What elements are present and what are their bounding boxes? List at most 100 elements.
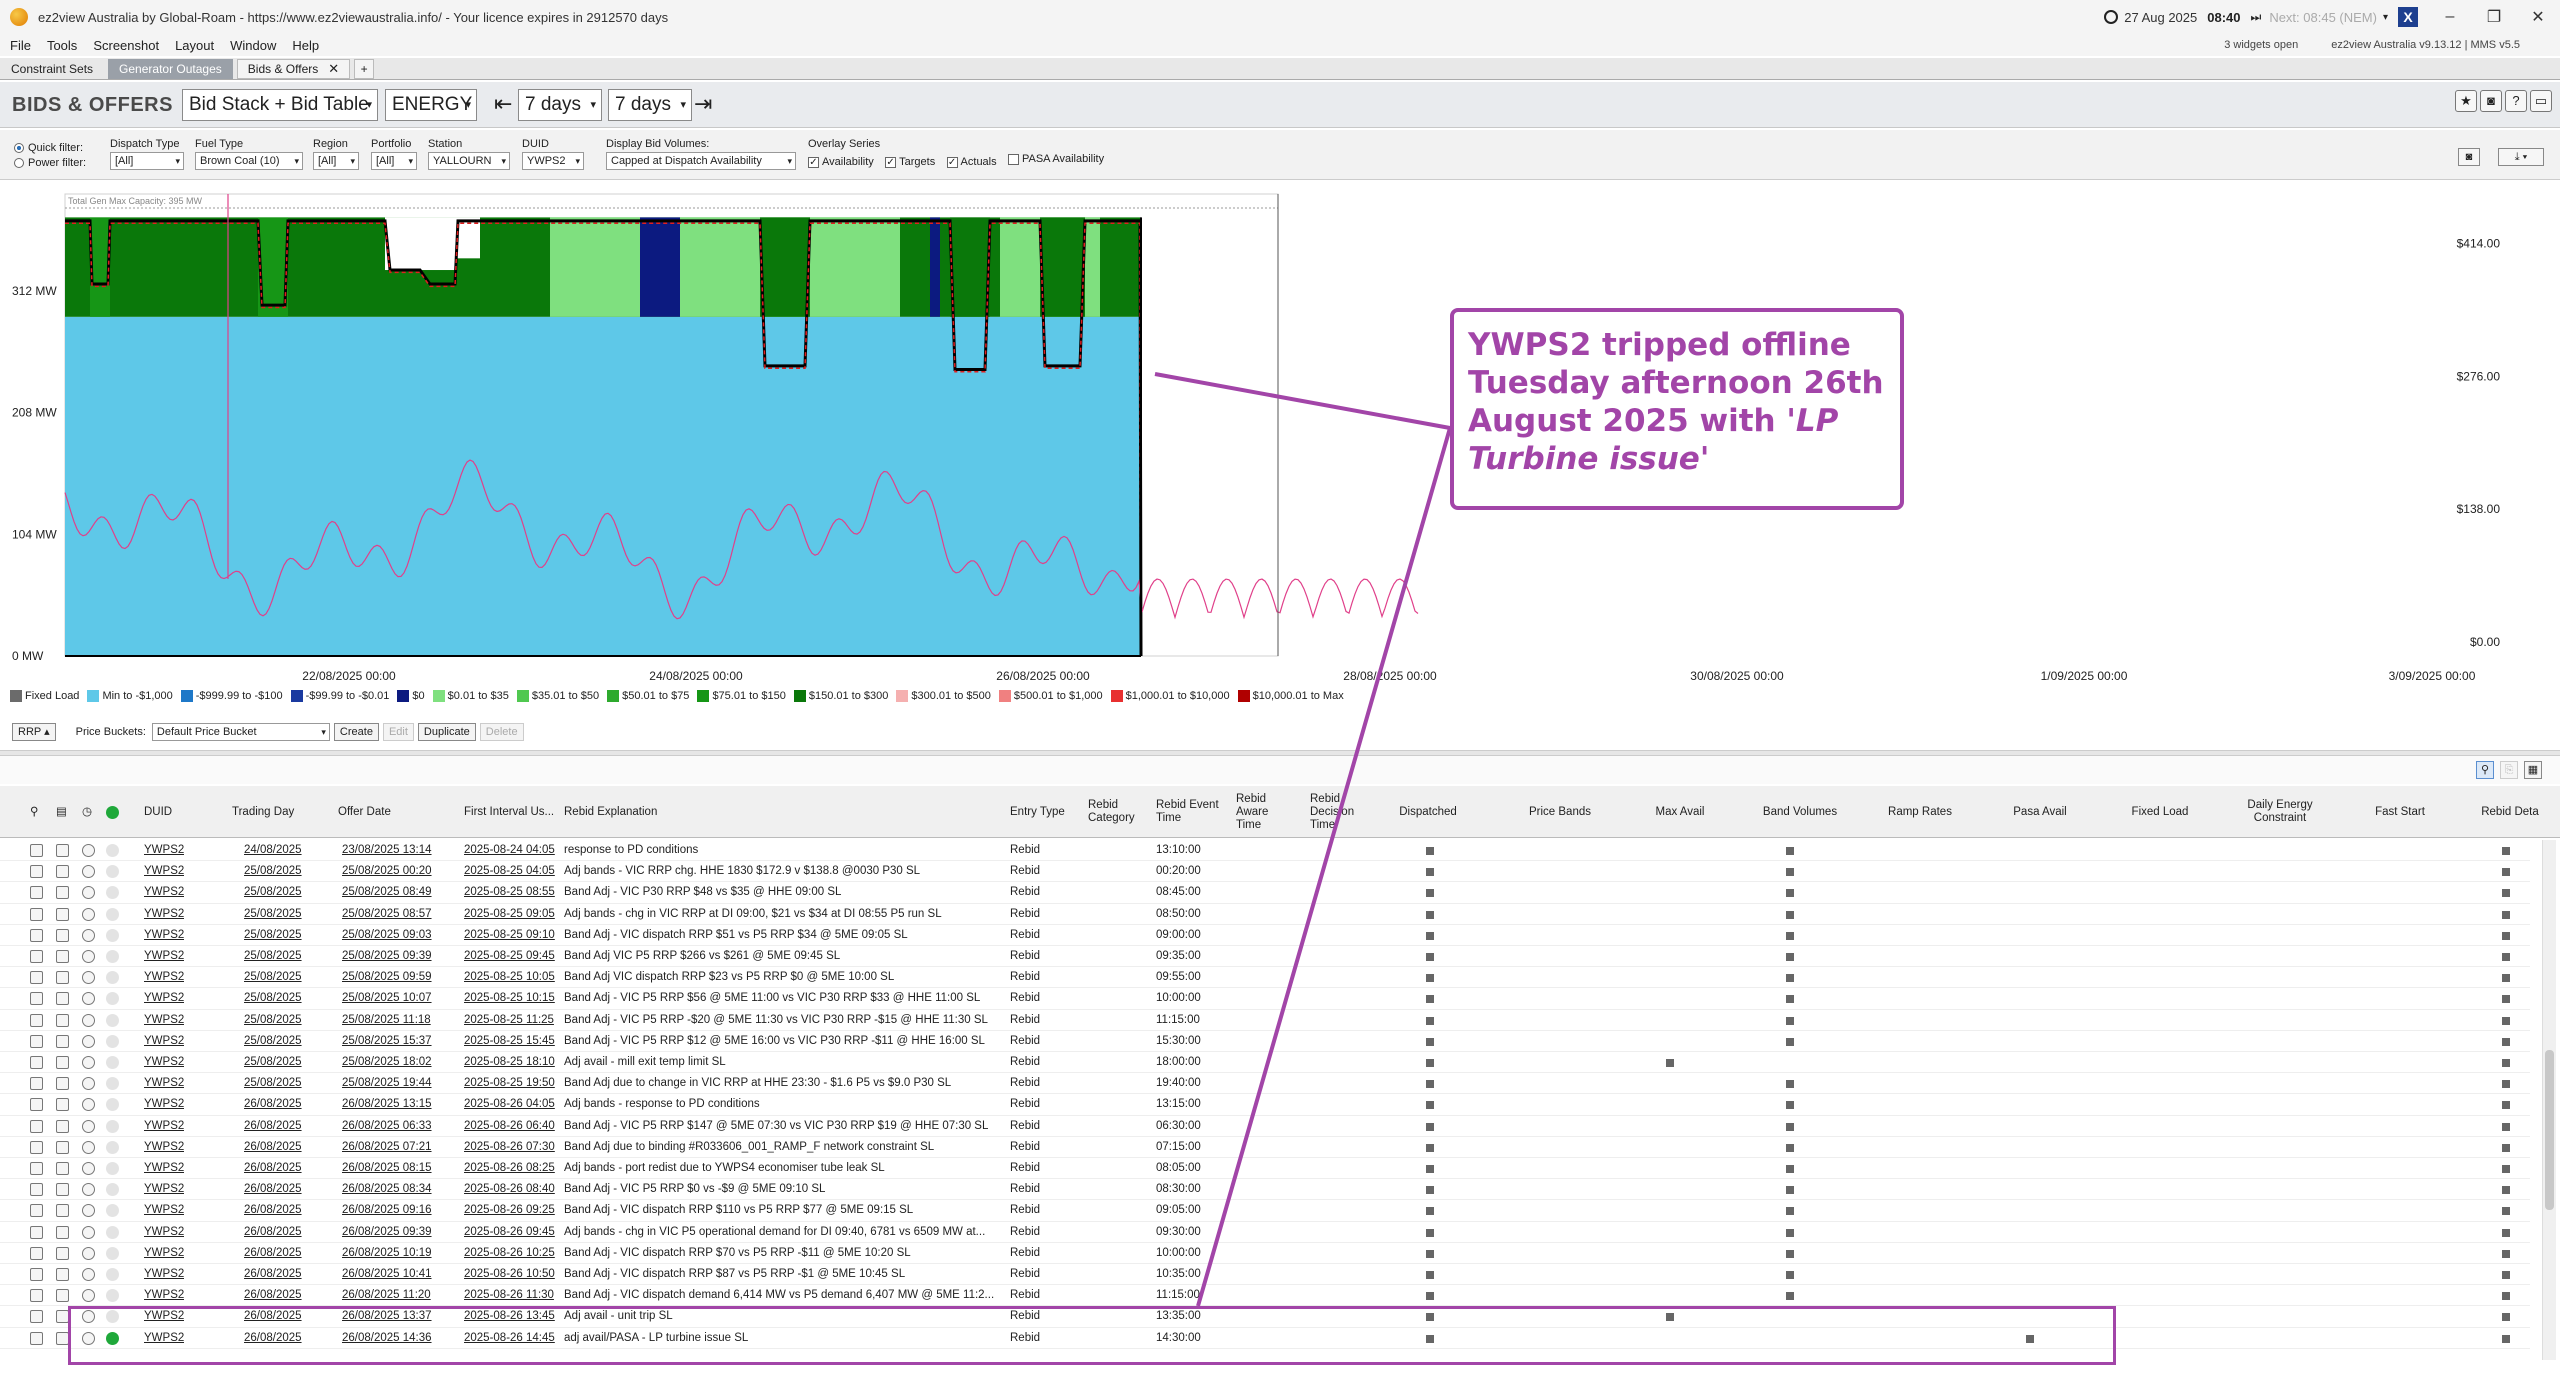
trading-day-cell[interactable]: 26/08/2025 — [244, 1137, 302, 1158]
zoom-row-icon[interactable] — [30, 1140, 43, 1154]
trading-day-cell[interactable]: 25/08/2025 — [244, 946, 302, 967]
offer-date-cell[interactable]: 26/08/2025 09:39 — [342, 1222, 432, 1243]
column-header[interactable]: Rebid Deta — [2460, 786, 2560, 838]
table-row-icon[interactable] — [56, 1162, 69, 1175]
bid-stack-svg[interactable]: 0 MW 104 MW 208 MW 312 MW $0.00 $138.00 $276.0… — [0, 182, 2560, 687]
tab-bids-offers[interactable]: Bids & Offers ✕ — [236, 59, 351, 79]
table-row[interactable]: YWPS2 25/08/2025 25/08/2025 09:03 2025-08-2… — [0, 925, 2530, 946]
offer-date-cell[interactable]: 25/08/2025 09:03 — [342, 925, 432, 946]
first-interval-cell[interactable]: 2025-08-25 08:55 — [464, 882, 555, 903]
zoom-row-icon[interactable] — [30, 1289, 43, 1303]
zoom-row-icon[interactable] — [30, 907, 43, 921]
close-tab-icon[interactable]: ✕ — [328, 59, 339, 79]
zoom-row-icon[interactable] — [30, 1331, 43, 1345]
zoom-row-icon[interactable] — [30, 1268, 43, 1281]
table-row-icon[interactable] — [56, 928, 69, 942]
first-interval-cell[interactable]: 2025-08-25 04:05 — [464, 861, 555, 882]
trading-day-cell[interactable]: 25/08/2025 — [244, 1052, 302, 1073]
column-header[interactable]: First Interval Us... — [464, 786, 564, 838]
first-interval-cell[interactable]: 2025-08-26 07:30 — [464, 1137, 555, 1158]
menu-screenshot[interactable]: Screenshot — [93, 38, 159, 53]
offer-date-cell[interactable]: 25/08/2025 08:57 — [342, 904, 432, 925]
dispatch-type-select[interactable]: [All] ▾ — [110, 152, 184, 170]
targets-checkbox[interactable]: ✓ Targets — [885, 156, 935, 168]
duid-cell[interactable]: YWPS2 — [144, 1243, 184, 1264]
duid-cell[interactable]: YWPS2 — [144, 1052, 184, 1073]
table-row-icon[interactable] — [56, 992, 69, 1006]
trading-day-cell[interactable]: 25/08/2025 — [244, 925, 302, 946]
table-row[interactable]: YWPS2 26/08/2025 26/08/2025 10:41 2025-08-2… — [0, 1264, 2530, 1286]
duid-cell[interactable]: YWPS2 — [144, 988, 184, 1009]
duid-cell[interactable]: YWPS2 — [144, 1285, 184, 1306]
zoom-row-icon[interactable] — [30, 1246, 43, 1260]
table-row[interactable]: YWPS2 24/08/2025 23/08/2025 13:14 2025-08-2… — [0, 840, 2530, 862]
table-row-icon[interactable] — [56, 1034, 69, 1048]
column-header[interactable]: Price Bands — [1500, 786, 1620, 838]
forward-range-select[interactable]: 7 days ▾ — [608, 89, 692, 121]
trading-day-cell[interactable]: 25/08/2025 — [244, 882, 302, 903]
trading-day-cell[interactable]: 25/08/2025 — [244, 988, 302, 1009]
close-window-button[interactable]: ✕ — [2516, 7, 2560, 27]
table-row-icon[interactable] — [56, 1246, 69, 1260]
history-row-icon[interactable] — [82, 1013, 95, 1027]
trading-day-cell[interactable]: 26/08/2025 — [244, 1116, 302, 1137]
vertical-scrollbar[interactable] — [2542, 840, 2556, 1360]
history-row-icon[interactable] — [82, 1034, 95, 1048]
history-row-icon[interactable] — [82, 907, 95, 921]
trading-day-cell[interactable]: 26/08/2025 — [244, 1200, 302, 1221]
trading-day-cell[interactable]: 25/08/2025 — [244, 1073, 302, 1094]
zoom-row-icon[interactable] — [30, 1183, 43, 1197]
table-row[interactable]: YWPS2 25/08/2025 25/08/2025 00:20 2025-08-2… — [0, 861, 2530, 883]
offer-date-cell[interactable]: 25/08/2025 00:20 — [342, 861, 432, 882]
table-row[interactable]: YWPS2 25/08/2025 25/08/2025 19:44 2025-08-2… — [0, 1073, 2530, 1095]
history-row-icon[interactable] — [82, 1225, 95, 1239]
duid-cell[interactable]: YWPS2 — [144, 946, 184, 967]
table-row-icon[interactable] — [56, 865, 69, 879]
portfolio-select[interactable]: [All] ▾ — [371, 152, 417, 170]
zoom-row-icon[interactable] — [30, 1098, 43, 1112]
zoom-row-icon[interactable] — [30, 992, 43, 1006]
display-bid-volumes-select[interactable]: Capped at Dispatch Availability ▾ — [606, 152, 796, 170]
column-header[interactable]: Rebid Event Time — [1156, 786, 1226, 838]
first-interval-cell[interactable]: 2025-08-25 18:10 — [464, 1052, 555, 1073]
offer-date-cell[interactable]: 26/08/2025 10:41 — [342, 1264, 432, 1285]
first-interval-cell[interactable]: 2025-08-25 09:05 — [464, 904, 555, 925]
star-icon[interactable]: ★ — [2455, 90, 2477, 112]
offer-date-cell[interactable]: 25/08/2025 08:49 — [342, 882, 432, 903]
trading-day-cell[interactable]: 25/08/2025 — [244, 967, 302, 988]
column-header[interactable]: Pasa Avail — [1980, 786, 2100, 838]
history-row-icon[interactable] — [82, 1204, 95, 1218]
table-row-icon[interactable] — [56, 1225, 69, 1239]
market-select[interactable]: ENERGY ▾ — [385, 89, 477, 121]
table-row-icon[interactable] — [56, 1098, 69, 1112]
offer-date-cell[interactable]: 26/08/2025 08:15 — [342, 1158, 432, 1179]
first-interval-cell[interactable]: 2025-08-24 04:05 — [464, 840, 555, 861]
history-row-icon[interactable] — [82, 950, 95, 963]
first-interval-cell[interactable]: 2025-08-26 09:45 — [464, 1222, 555, 1243]
search-icon[interactable]: ⚲ — [2476, 761, 2494, 779]
trading-day-cell[interactable]: 25/08/2025 — [244, 1010, 302, 1031]
quick-filter-radio[interactable]: Quick filter: — [14, 142, 86, 154]
offer-date-cell[interactable]: 26/08/2025 13:15 — [342, 1094, 432, 1115]
table-row-icon[interactable] — [56, 1140, 69, 1154]
trading-day-cell[interactable]: 26/08/2025 — [244, 1285, 302, 1306]
column-header[interactable]: Rebid Explanation — [564, 786, 984, 838]
table-row[interactable]: YWPS2 26/08/2025 26/08/2025 08:34 2025-08-2… — [0, 1179, 2530, 1201]
zoom-row-icon[interactable] — [30, 1162, 43, 1175]
scrollbar-thumb[interactable] — [2545, 1050, 2554, 1210]
history-row-icon[interactable] — [82, 865, 95, 879]
camera-icon[interactable]: ◙ — [2480, 90, 2502, 112]
duid-cell[interactable]: YWPS2 — [144, 1010, 184, 1031]
jump-start-icon[interactable]: ⇤ — [494, 91, 512, 117]
history-row-icon[interactable] — [82, 1077, 95, 1091]
offer-date-cell[interactable]: 25/08/2025 09:59 — [342, 967, 432, 988]
first-interval-cell[interactable]: 2025-08-25 10:05 — [464, 967, 555, 988]
table-row[interactable]: YWPS2 25/08/2025 25/08/2025 15:37 2025-08-2… — [0, 1031, 2530, 1052]
table-row-icon[interactable] — [56, 1056, 69, 1069]
zoom-row-icon[interactable] — [30, 886, 43, 900]
offer-date-cell[interactable]: 25/08/2025 09:39 — [342, 946, 432, 967]
history-row-icon[interactable] — [82, 928, 95, 942]
table-row[interactable]: YWPS2 25/08/2025 25/08/2025 08:49 2025-08-2… — [0, 882, 2530, 904]
table-row-icon[interactable] — [56, 1077, 69, 1091]
ez2view-brand-icon[interactable]: X — [2398, 7, 2418, 27]
